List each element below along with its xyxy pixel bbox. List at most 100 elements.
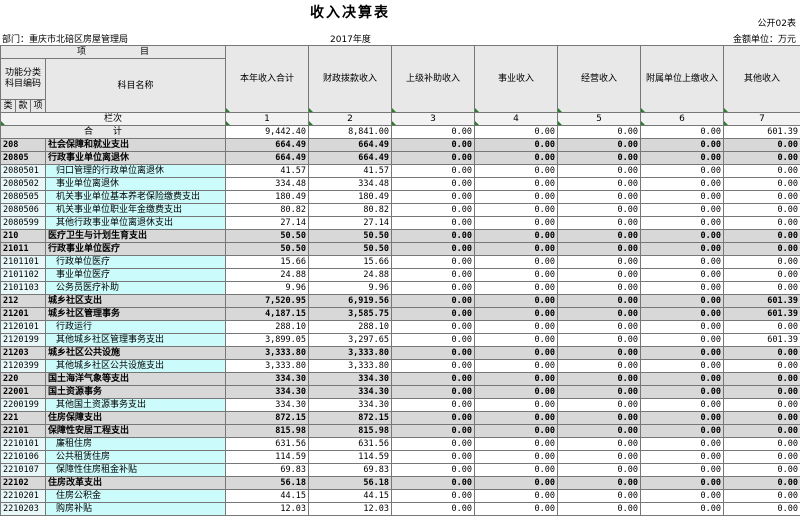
amount-cell[interactable]: 0.00 — [474, 502, 559, 516]
amount-cell[interactable]: 0.00 — [391, 424, 476, 438]
amount-cell[interactable]: 0.00 — [640, 476, 725, 490]
total-cell[interactable]: 9,442.40 — [225, 125, 310, 139]
amount-cell[interactable]: 0.00 — [640, 489, 725, 503]
amount-cell[interactable]: 0.00 — [640, 424, 725, 438]
amount-cell[interactable]: 0.00 — [391, 307, 476, 321]
amount-cell[interactable]: 0.00 — [723, 216, 800, 230]
amount-cell[interactable]: 0.00 — [723, 489, 800, 503]
subject-code-cell[interactable]: 2080501 — [0, 164, 46, 178]
amount-cell[interactable]: 0.00 — [723, 411, 800, 425]
amount-cell[interactable]: 0.00 — [640, 177, 725, 191]
amount-cell[interactable]: 0.00 — [391, 359, 476, 373]
amount-cell[interactable]: 0.00 — [557, 502, 642, 516]
amount-cell[interactable]: 24.88 — [225, 268, 310, 282]
amount-cell[interactable]: 0.00 — [391, 385, 476, 399]
amount-cell[interactable]: 12.03 — [225, 502, 310, 516]
subject-name-cell[interactable]: 机关事业单位基本养老保险缴费支出 — [44, 190, 227, 204]
amount-cell[interactable]: 0.00 — [557, 307, 642, 321]
subject-name-cell[interactable]: 行政事业单位离退休 — [44, 151, 227, 165]
amount-cell[interactable]: 601.39 — [723, 307, 800, 321]
total-cell[interactable]: 8,841.00 — [308, 125, 393, 139]
subject-code-cell[interactable]: 2101101 — [0, 255, 46, 269]
amount-cell[interactable]: 0.00 — [391, 320, 476, 334]
amount-cell[interactable]: 3,333.80 — [308, 359, 393, 373]
amount-cell[interactable]: 50.50 — [308, 242, 393, 256]
amount-cell[interactable]: 0.00 — [723, 229, 800, 243]
subject-code-cell[interactable]: 2101103 — [0, 281, 46, 295]
amount-cell[interactable]: 80.82 — [225, 203, 310, 217]
amount-cell[interactable]: 0.00 — [640, 359, 725, 373]
amount-cell[interactable]: 0.00 — [391, 398, 476, 412]
amount-cell[interactable]: 0.00 — [557, 281, 642, 295]
amount-cell[interactable]: 664.49 — [225, 151, 310, 165]
subject-code-cell[interactable]: 22101 — [0, 424, 46, 438]
amount-cell[interactable]: 0.00 — [557, 203, 642, 217]
amount-cell[interactable]: 288.10 — [308, 320, 393, 334]
amount-cell[interactable]: 0.00 — [557, 138, 642, 152]
amount-cell[interactable]: 0.00 — [723, 268, 800, 282]
amount-cell[interactable]: 180.49 — [308, 190, 393, 204]
subject-code-cell[interactable]: 2120399 — [0, 359, 46, 373]
subject-name-cell[interactable]: 其他城乡社区管理事务支出 — [44, 333, 227, 347]
amount-cell[interactable]: 815.98 — [308, 424, 393, 438]
amount-cell[interactable]: 0.00 — [557, 229, 642, 243]
amount-cell[interactable]: 0.00 — [640, 242, 725, 256]
amount-cell[interactable]: 0.00 — [557, 476, 642, 490]
subject-code-cell[interactable]: 2120199 — [0, 333, 46, 347]
amount-cell[interactable]: 0.00 — [640, 333, 725, 347]
amount-cell[interactable]: 0.00 — [557, 294, 642, 308]
amount-cell[interactable]: 15.66 — [225, 255, 310, 269]
amount-cell[interactable]: 0.00 — [391, 463, 476, 477]
amount-cell[interactable]: 44.15 — [308, 489, 393, 503]
subject-code-cell[interactable]: 22102 — [0, 476, 46, 490]
amount-cell[interactable]: 0.00 — [723, 320, 800, 334]
subject-code-cell[interactable]: 2210203 — [0, 502, 46, 516]
amount-cell[interactable]: 3,333.80 — [308, 346, 393, 360]
amount-cell[interactable]: 0.00 — [474, 463, 559, 477]
amount-cell[interactable]: 0.00 — [474, 372, 559, 386]
amount-cell[interactable]: 0.00 — [723, 242, 800, 256]
amount-cell[interactable]: 0.00 — [391, 164, 476, 178]
amount-cell[interactable]: 0.00 — [640, 385, 725, 399]
amount-cell[interactable]: 69.83 — [308, 463, 393, 477]
amount-cell[interactable]: 0.00 — [557, 255, 642, 269]
subject-name-cell[interactable]: 其他行政事业单位离退休支出 — [44, 216, 227, 230]
amount-cell[interactable]: 0.00 — [640, 216, 725, 230]
amount-cell[interactable]: 872.15 — [225, 411, 310, 425]
amount-cell[interactable]: 0.00 — [474, 151, 559, 165]
amount-cell[interactable]: 0.00 — [557, 424, 642, 438]
amount-cell[interactable]: 0.00 — [640, 164, 725, 178]
subject-name-cell[interactable]: 事业单位医疗 — [44, 268, 227, 282]
subject-code-cell[interactable]: 2120101 — [0, 320, 46, 334]
amount-cell[interactable]: 0.00 — [391, 450, 476, 464]
subject-code-cell[interactable]: 2200199 — [0, 398, 46, 412]
subject-code-cell[interactable]: 21203 — [0, 346, 46, 360]
amount-cell[interactable]: 0.00 — [474, 138, 559, 152]
amount-cell[interactable]: 0.00 — [474, 268, 559, 282]
amount-cell[interactable]: 0.00 — [557, 489, 642, 503]
amount-cell[interactable]: 0.00 — [557, 411, 642, 425]
amount-cell[interactable]: 0.00 — [474, 177, 559, 191]
amount-cell[interactable]: 3,899.05 — [225, 333, 310, 347]
amount-cell[interactable]: 0.00 — [474, 489, 559, 503]
amount-cell[interactable]: 0.00 — [723, 177, 800, 191]
amount-cell[interactable]: 0.00 — [474, 294, 559, 308]
amount-cell[interactable]: 0.00 — [640, 203, 725, 217]
amount-cell[interactable]: 0.00 — [640, 502, 725, 516]
subject-code-cell[interactable]: 210 — [0, 229, 46, 243]
amount-cell[interactable]: 288.10 — [225, 320, 310, 334]
amount-cell[interactable]: 6,919.56 — [308, 294, 393, 308]
amount-cell[interactable]: 9.96 — [308, 281, 393, 295]
amount-cell[interactable]: 3,333.80 — [225, 359, 310, 373]
amount-cell[interactable]: 0.00 — [723, 463, 800, 477]
amount-cell[interactable]: 69.83 — [225, 463, 310, 477]
total-cell[interactable]: 0.00 — [391, 125, 476, 139]
amount-cell[interactable]: 0.00 — [391, 268, 476, 282]
subject-code-cell[interactable]: 2080506 — [0, 203, 46, 217]
amount-cell[interactable]: 50.50 — [225, 229, 310, 243]
amount-cell[interactable]: 0.00 — [723, 398, 800, 412]
amount-cell[interactable]: 7,520.95 — [225, 294, 310, 308]
amount-cell[interactable]: 0.00 — [391, 255, 476, 269]
amount-cell[interactable]: 0.00 — [723, 164, 800, 178]
subject-name-cell[interactable]: 行政运行 — [44, 320, 227, 334]
